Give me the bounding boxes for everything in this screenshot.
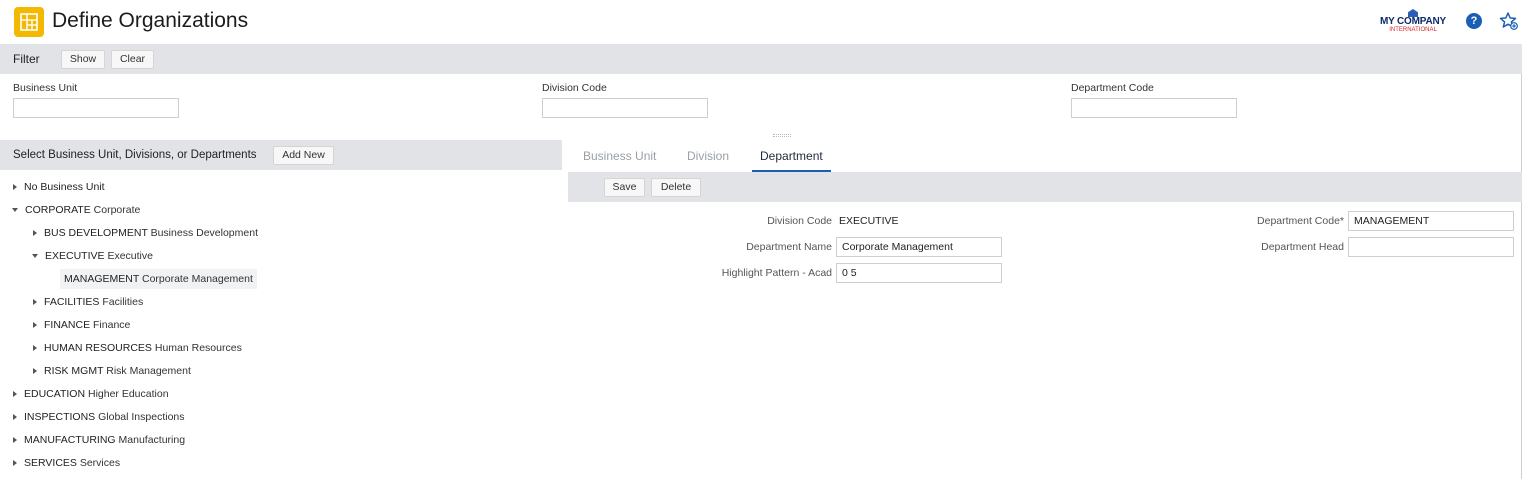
department-head-label: Department Head: [1261, 241, 1344, 253]
tree-node-inspections[interactable]: INSPECTIONS Global Inspections: [13, 407, 185, 427]
logo-sub-text: INTERNATIONAL: [1389, 27, 1437, 33]
department-head-input[interactable]: [1348, 237, 1514, 257]
tree-node-bus-development[interactable]: BUS DEVELOPMENT Business Development: [33, 223, 258, 243]
department-code-filter-label: Department Code: [1071, 82, 1154, 94]
tree-panel-title: Select Business Unit, Divisions, or Depa…: [13, 149, 257, 161]
collapse-caret-icon[interactable]: [32, 254, 38, 259]
add-new-button[interactable]: Add New: [273, 146, 334, 165]
expand-caret-icon[interactable]: [33, 322, 37, 329]
tree-node-no-business-unit[interactable]: No Business Unit: [13, 177, 105, 197]
department-code-label: Department Code*: [1257, 215, 1344, 227]
tree-node-facilities[interactable]: FACILITIES Facilities: [33, 292, 143, 312]
highlight-pattern-label: Highlight Pattern - Acad: [721, 267, 832, 279]
expand-caret-icon[interactable]: [13, 184, 17, 191]
expand-caret-icon[interactable]: [33, 299, 37, 306]
tree-node-corporate[interactable]: CORPORATE Corporate: [12, 200, 140, 220]
division-code-filter-input[interactable]: [542, 98, 708, 118]
division-code-filter-label: Division Code: [542, 82, 607, 94]
filter-bar: Filter: [0, 44, 1522, 74]
show-button[interactable]: Show: [61, 50, 105, 69]
department-name-input[interactable]: [836, 237, 1002, 257]
expand-caret-icon[interactable]: [33, 368, 37, 375]
detail-action-bar: [568, 172, 1522, 202]
star-add-icon[interactable]: [1499, 11, 1519, 31]
page-header: Define Organizations MY COMPANY INTERNAT…: [0, 0, 1522, 44]
tree-node-human-resources[interactable]: HUMAN RESOURCES Human Resources: [33, 338, 242, 358]
tree-node-executive[interactable]: EXECUTIVE Executive: [32, 246, 153, 266]
department-name-label: Department Name: [746, 241, 832, 253]
filter-label: Filter: [13, 52, 40, 66]
tree-node-education[interactable]: EDUCATION Higher Education: [13, 384, 169, 404]
division-code-label: Division Code: [767, 215, 832, 227]
expand-caret-icon[interactable]: [13, 437, 17, 444]
expand-caret-icon[interactable]: [13, 460, 17, 467]
delete-button[interactable]: Delete: [651, 178, 701, 197]
business-unit-filter-input[interactable]: [13, 98, 179, 118]
clear-button[interactable]: Clear: [111, 50, 154, 69]
tab-business-unit[interactable]: Business Unit: [583, 149, 656, 172]
expand-caret-icon[interactable]: [13, 414, 17, 421]
highlight-pattern-input[interactable]: [836, 263, 1002, 283]
tree-node-finance[interactable]: FINANCE Finance: [33, 315, 130, 335]
department-code-input[interactable]: [1348, 211, 1514, 231]
expand-caret-icon[interactable]: [33, 230, 37, 237]
collapse-caret-icon[interactable]: [12, 208, 18, 213]
tab-department[interactable]: Department: [752, 149, 831, 172]
help-icon[interactable]: ?: [1466, 13, 1482, 29]
grid-icon: [14, 7, 44, 37]
tree-node-risk-mgmt[interactable]: RISK MGMT Risk Management: [33, 361, 191, 381]
logo-mark: [1408, 9, 1418, 17]
page-title: Define Organizations: [52, 9, 249, 32]
detail-tabs: Business Unit Division Department: [568, 140, 1522, 172]
tree-node-management[interactable]: MANAGEMENT Corporate Management: [60, 269, 257, 289]
department-code-filter-input[interactable]: [1071, 98, 1237, 118]
save-button[interactable]: Save: [604, 178, 645, 197]
panel-splitter-handle[interactable]: [773, 134, 791, 137]
division-code-value: EXECUTIVE: [839, 215, 899, 227]
tab-division[interactable]: Division: [687, 149, 729, 172]
expand-caret-icon[interactable]: [33, 345, 37, 352]
tree-node-manufacturing[interactable]: MANUFACTURING Manufacturing: [13, 430, 185, 450]
logo-main-text: MY COMPANY: [1380, 16, 1446, 27]
tree-node-services[interactable]: SERVICES Services: [13, 453, 120, 473]
business-unit-filter-label: Business Unit: [13, 82, 78, 94]
company-logo: MY COMPANY INTERNATIONAL: [1376, 9, 1450, 35]
app-window: Define Organizations MY COMPANY INTERNAT…: [0, 0, 1522, 479]
expand-caret-icon[interactable]: [13, 391, 17, 398]
